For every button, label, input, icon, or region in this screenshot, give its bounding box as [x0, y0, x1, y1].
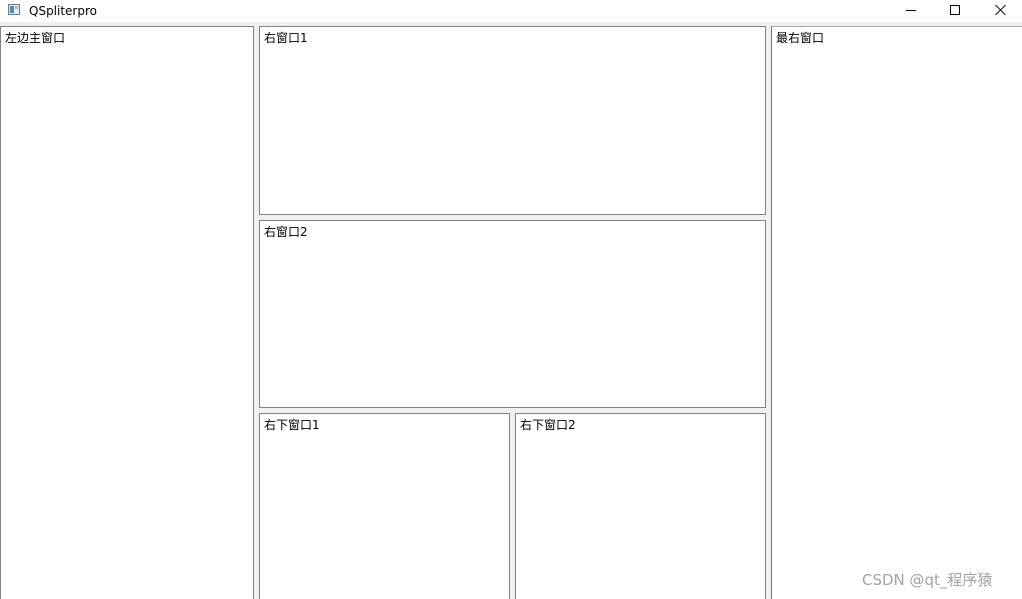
right-pane-2[interactable]: 右窗口2 [259, 220, 766, 408]
window-title: QSpliterpro [29, 4, 97, 18]
close-icon [995, 4, 1007, 16]
maximize-button[interactable] [932, 0, 978, 22]
far-right-pane-label: 最右窗口 [776, 31, 825, 45]
main-window: QSpliterpro 左边主窗口 右窗口1 右窗口2 右下窗口1 右下窗口2 … [0, 0, 1022, 599]
right-pane-1-label: 右窗口1 [264, 31, 308, 45]
right-pane-2-label: 右窗口2 [264, 225, 308, 239]
right-bottom-pane-1-label: 右下窗口1 [264, 418, 320, 432]
minimize-button[interactable] [888, 0, 934, 22]
right-pane-1[interactable]: 右窗口1 [259, 26, 766, 215]
maximize-icon [950, 5, 960, 15]
far-right-pane[interactable]: 最右窗口 [771, 26, 1022, 599]
left-main-pane-label: 左边主窗口 [5, 31, 66, 45]
right-bottom-pane-2-label: 右下窗口2 [520, 418, 576, 432]
title-bar[interactable]: QSpliterpro [0, 0, 1022, 22]
watermark: CSDN @qt_程序猿 [862, 571, 993, 589]
close-button[interactable] [978, 0, 1022, 22]
right-bottom-pane-2[interactable]: 右下窗口2 [515, 413, 766, 599]
minimize-icon [906, 10, 916, 11]
left-main-pane[interactable]: 左边主窗口 [0, 26, 254, 599]
right-bottom-pane-1[interactable]: 右下窗口1 [259, 413, 510, 599]
app-window-icon[interactable] [8, 4, 20, 15]
